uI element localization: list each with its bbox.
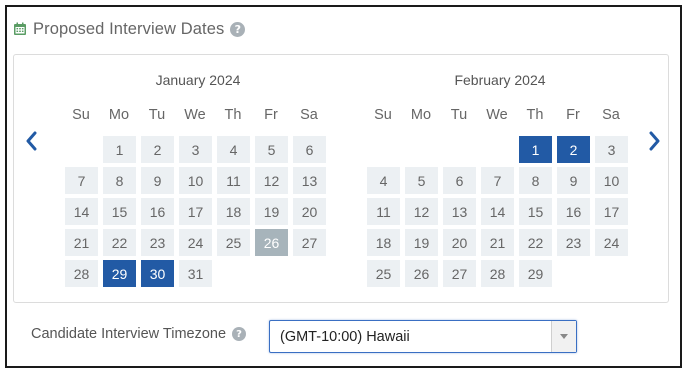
weekday-header: Th (224, 107, 242, 123)
calendar-day[interactable]: 5 (255, 136, 288, 163)
help-icon[interactable]: ? (230, 21, 246, 37)
calendar-day[interactable]: 9 (141, 167, 174, 194)
calendar-day[interactable]: 12 (405, 198, 438, 225)
chevron-right-icon (649, 131, 660, 151)
calendar-day[interactable]: 26 (255, 229, 288, 256)
calendar-day[interactable]: 18 (367, 229, 400, 256)
calendar-day[interactable]: 16 (557, 198, 590, 225)
calendar-day[interactable]: 2 (557, 136, 590, 163)
calendar-day[interactable]: 4 (217, 136, 250, 163)
calendar-day[interactable]: 19 (255, 198, 288, 225)
weekday-header: Mo (108, 107, 130, 123)
calendar-day[interactable]: 11 (217, 167, 250, 194)
calendar-day[interactable]: 14 (65, 198, 98, 225)
calendar-day[interactable]: 10 (179, 167, 212, 194)
timezone-select[interactable]: (GMT-10:00) Hawaii (269, 320, 577, 353)
month-title: February 2024 (454, 72, 546, 88)
weekday-header: Mo (410, 107, 432, 123)
calendar-day[interactable]: 13 (443, 198, 476, 225)
calendar-day[interactable]: 10 (595, 167, 628, 194)
timezone-label-text: Candidate Interview Timezone (31, 326, 227, 342)
calendar-day[interactable]: 20 (443, 229, 476, 256)
weekday-header: Sa (300, 107, 318, 123)
calendar-day[interactable]: 24 (179, 229, 212, 256)
calendar-day[interactable]: 27 (293, 229, 326, 256)
calendar-day[interactable]: 17 (179, 198, 212, 225)
calendar-day[interactable]: 26 (405, 260, 438, 287)
calendar-day[interactable]: 17 (595, 198, 628, 225)
calendar-day[interactable]: 22 (103, 229, 136, 256)
calendar-day[interactable]: 8 (519, 167, 552, 194)
calendar-day[interactable]: 5 (405, 167, 438, 194)
weekday-header: Sa (602, 107, 620, 123)
calendar-day[interactable]: 31 (179, 260, 212, 287)
calendar-day[interactable]: 12 (255, 167, 288, 194)
calendar-icon (14, 22, 26, 35)
calendar-day[interactable]: 15 (519, 198, 552, 225)
calendar-day[interactable]: 1 (519, 136, 552, 163)
calendar-day[interactable]: 23 (557, 229, 590, 256)
calendar-day[interactable]: 8 (103, 167, 136, 194)
calendar-day[interactable]: 30 (141, 260, 174, 287)
calendar-day[interactable]: 6 (293, 136, 326, 163)
calendar-day[interactable]: 11 (367, 198, 400, 225)
section-title: Proposed Interview Dates (33, 19, 225, 38)
calendar-day[interactable]: 29 (103, 260, 136, 287)
weekday-header: Th (526, 107, 544, 123)
next-month-button[interactable] (645, 126, 665, 156)
calendar-day[interactable]: 21 (65, 229, 98, 256)
weekday-header: Fr (566, 107, 580, 123)
timezone-label: Candidate Interview Timezone ? (31, 326, 247, 342)
calendar-day[interactable]: 29 (519, 260, 552, 287)
calendar-day[interactable]: 3 (595, 136, 628, 163)
calendar-day[interactable]: 25 (217, 229, 250, 256)
calendar-day[interactable]: 13 (293, 167, 326, 194)
weekday-header: Fr (264, 107, 278, 123)
weekday-header: We (486, 107, 508, 123)
calendar-day[interactable]: 14 (481, 198, 514, 225)
weekday-header: We (184, 107, 206, 123)
dropdown-toggle[interactable] (551, 321, 576, 352)
timezone-value: (GMT-10:00) Hawaii (280, 329, 410, 345)
calendar-day[interactable]: 28 (481, 260, 514, 287)
timezone-help-icon[interactable]: ? (232, 327, 247, 341)
weekday-header: Tu (450, 107, 468, 123)
calendar-day[interactable]: 9 (557, 167, 590, 194)
section-header: Proposed Interview Dates ? (13, 18, 246, 40)
calendar-day[interactable]: 25 (367, 260, 400, 287)
calendar-day[interactable]: 2 (141, 136, 174, 163)
weekday-header: Tu (148, 107, 166, 123)
weekday-header: Su (374, 107, 392, 123)
calendar-day[interactable]: 18 (217, 198, 250, 225)
calendar-day[interactable]: 7 (481, 167, 514, 194)
calendar-day[interactable]: 19 (405, 229, 438, 256)
calendar-day[interactable]: 27 (443, 260, 476, 287)
calendar-day[interactable]: 6 (443, 167, 476, 194)
calendar-day[interactable]: 28 (65, 260, 98, 287)
calendar-day[interactable]: 3 (179, 136, 212, 163)
calendar-day[interactable]: 16 (141, 198, 174, 225)
chevron-left-icon (26, 131, 37, 151)
calendar-day[interactable]: 7 (65, 167, 98, 194)
calendar-day[interactable]: 23 (141, 229, 174, 256)
calendar-day[interactable]: 22 (519, 229, 552, 256)
weekday-header: Su (72, 107, 90, 123)
calendar-day[interactable]: 15 (103, 198, 136, 225)
calendar-day[interactable]: 20 (293, 198, 326, 225)
calendar-day[interactable]: 4 (367, 167, 400, 194)
calendar-day[interactable]: 24 (595, 229, 628, 256)
calendar-day[interactable]: 1 (103, 136, 136, 163)
prev-month-button[interactable] (21, 126, 41, 156)
caret-down-icon (560, 334, 568, 339)
month-title: January 2024 (155, 72, 241, 88)
calendar-day[interactable]: 21 (481, 229, 514, 256)
